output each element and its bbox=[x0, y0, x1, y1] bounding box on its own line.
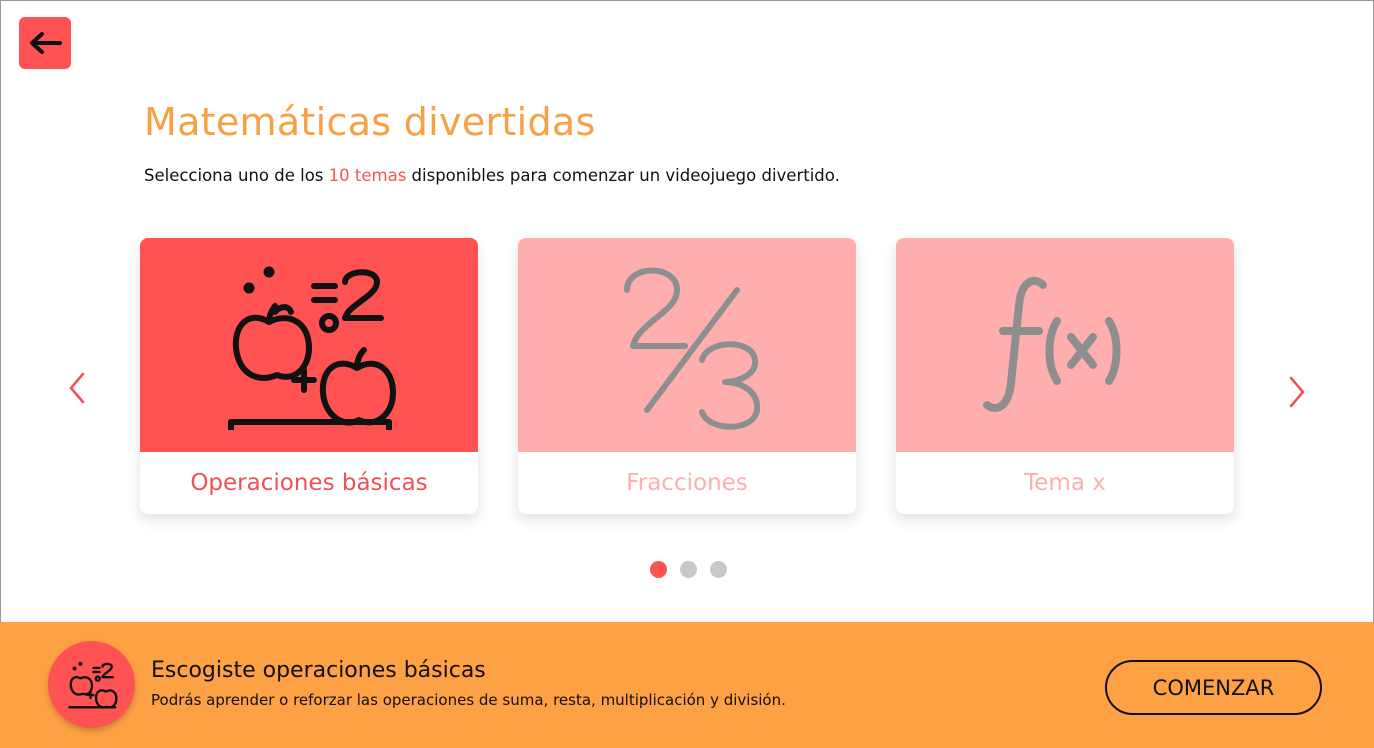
card-label: Operaciones básicas bbox=[190, 470, 428, 496]
chevron-right-icon bbox=[1289, 376, 1305, 408]
card-art bbox=[896, 238, 1234, 452]
selected-topic-badge bbox=[48, 641, 135, 728]
page-dot-1[interactable] bbox=[650, 561, 667, 578]
apples-addition-icon bbox=[67, 661, 118, 709]
card-art bbox=[140, 238, 478, 452]
selection-footer: Escogiste operaciones básicas Podrás apr… bbox=[0, 622, 1374, 748]
carousel-next-button[interactable] bbox=[1282, 372, 1312, 412]
function-fx-icon bbox=[983, 276, 1121, 412]
chevron-left-icon bbox=[69, 372, 85, 404]
page-dot-3[interactable] bbox=[710, 561, 727, 578]
card-label: Fracciones bbox=[626, 470, 748, 496]
topic-card-tema-x[interactable]: Tema x bbox=[896, 238, 1234, 514]
back-button[interactable] bbox=[19, 17, 71, 69]
topic-card-fracciones[interactable]: Fracciones bbox=[518, 238, 856, 514]
carousel-pagination bbox=[650, 561, 727, 578]
topics-count-highlight: 10 temas bbox=[328, 166, 407, 185]
page-dot-2[interactable] bbox=[680, 561, 697, 578]
arrow-left-icon bbox=[30, 32, 62, 54]
selection-description: Podrás aprender o reforzar las operacion… bbox=[151, 691, 786, 709]
card-label: Tema x bbox=[1024, 470, 1106, 496]
start-button[interactable]: COMENZAR bbox=[1105, 660, 1322, 715]
fraction-two-thirds-icon bbox=[624, 267, 761, 430]
page-subtitle: Selecciona uno de los 10 temas disponibl… bbox=[144, 166, 840, 185]
subtitle-suffix: disponibles para comenzar un videojuego … bbox=[406, 166, 840, 185]
subtitle-prefix: Selecciona uno de los bbox=[144, 166, 329, 185]
selection-title: Escogiste operaciones básicas bbox=[151, 658, 486, 683]
topic-card-operaciones[interactable]: Operaciones básicas bbox=[140, 238, 478, 514]
apples-addition-icon bbox=[228, 266, 396, 430]
card-art bbox=[518, 238, 856, 452]
page-title: Matemáticas divertidas bbox=[144, 100, 596, 144]
carousel-prev-button[interactable] bbox=[62, 368, 92, 408]
